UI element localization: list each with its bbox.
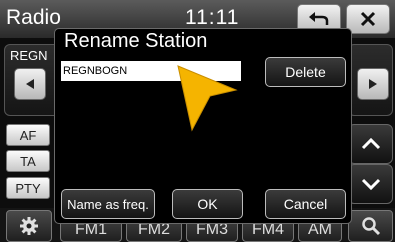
scroll-down-button[interactable] <box>348 164 393 204</box>
search-icon <box>361 217 380 236</box>
cancel-button[interactable]: Cancel <box>265 189 346 219</box>
ok-button[interactable]: OK <box>172 189 243 219</box>
delete-button[interactable]: Delete <box>265 57 346 87</box>
dialog-title: Rename Station <box>64 30 208 52</box>
scroll-up-button[interactable] <box>348 124 393 164</box>
seek-right-button[interactable] <box>357 68 389 100</box>
chevron-down-icon <box>361 178 380 191</box>
station-name: REGN <box>10 48 48 63</box>
ta-button[interactable]: TA <box>6 150 50 172</box>
search-button[interactable] <box>348 210 393 242</box>
seek-left-button[interactable] <box>14 68 46 100</box>
triangle-left-icon <box>26 79 34 89</box>
clock: 11:11 <box>185 6 240 29</box>
back-arrow-icon <box>309 12 329 25</box>
chevron-up-icon <box>361 137 380 150</box>
settings-button[interactable] <box>6 210 52 242</box>
cursor-arrow-icon <box>177 65 238 132</box>
triangle-right-icon <box>369 79 377 89</box>
pty-button[interactable]: PTY <box>6 177 50 199</box>
close-button[interactable] <box>346 4 390 34</box>
gear-icon <box>20 217 38 235</box>
app-title: Radio <box>6 6 61 29</box>
close-icon <box>360 11 376 27</box>
af-button[interactable]: AF <box>6 124 50 146</box>
name-as-freq-button[interactable]: Name as freq. <box>61 189 155 219</box>
